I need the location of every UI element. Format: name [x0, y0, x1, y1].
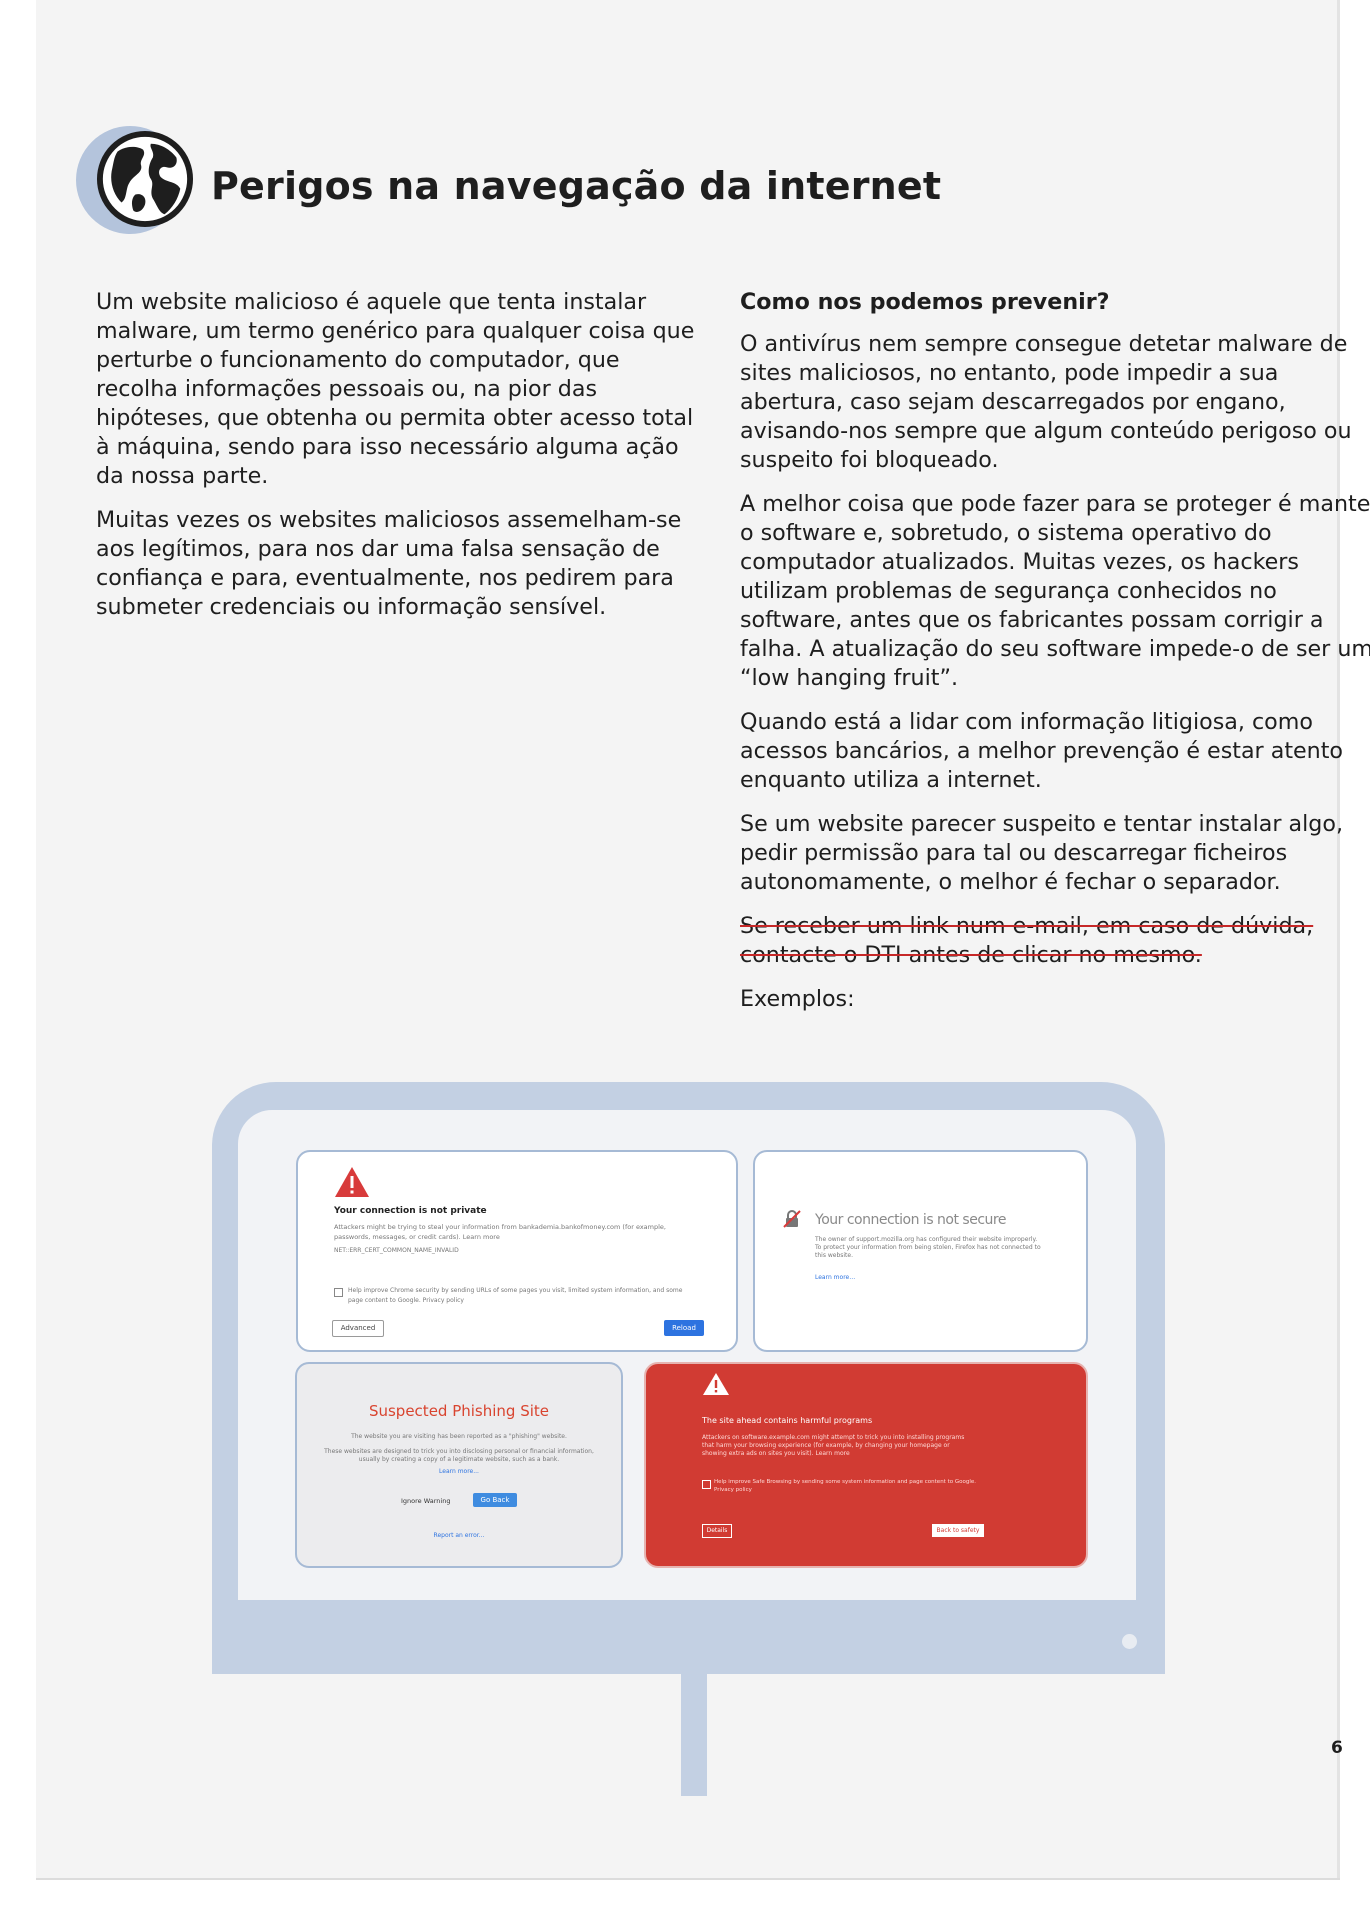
section-heading: Como nos podemos prevenir? [740, 289, 1110, 315]
reload-button[interactable]: Reload [664, 1320, 704, 1336]
details-button[interactable]: Details [702, 1524, 732, 1538]
paragraph: Muitas vezes os websites maliciosos asse… [96, 507, 682, 620]
checkbox[interactable] [702, 1480, 711, 1489]
warning-line: The website you are visiting has been re… [351, 1433, 567, 1440]
learn-more-link[interactable]: Learn more... [297, 1468, 621, 1475]
chrome-privacy-warning: Your connection is not private Attackers… [296, 1150, 738, 1352]
right-column: Como nos podemos prevenir? O antivírus n… [740, 288, 1370, 1029]
phishing-warning: Suspected Phishing Site The website you … [295, 1362, 623, 1568]
warning-heading: Your connection is not secure [815, 1212, 1006, 1228]
struck-paragraph: Se receber um link num e-mail, em caso d… [740, 913, 1314, 968]
warning-line: These websites are designed to trick you… [324, 1448, 594, 1463]
learn-more-link[interactable]: Learn more… [815, 1274, 855, 1281]
paragraph: Um website malicioso é aquele que tenta … [96, 289, 695, 489]
harmful-programs-warning: The site ahead contains harmful programs… [644, 1362, 1088, 1568]
page-number: 6 [1331, 1738, 1343, 1758]
warning-heading: Your connection is not private [334, 1206, 487, 1216]
error-code: NET::ERR_CERT_COMMON_NAME_INVALID [334, 1247, 459, 1254]
warning-heading: The site ahead contains harmful programs [702, 1416, 873, 1425]
monitor-power-dot [1122, 1634, 1137, 1649]
warning-heading: Suspected Phishing Site [368, 1402, 550, 1420]
paragraph: O antivírus nem sempre consegue detetar … [740, 331, 1352, 473]
checkbox[interactable] [334, 1288, 343, 1297]
warning-triangle-icon [335, 1167, 369, 1197]
report-error-link[interactable]: Report an error... [297, 1532, 621, 1539]
warning-body: Attackers might be trying to steal your … [334, 1223, 666, 1241]
warning-triangle-icon [703, 1373, 729, 1395]
ignore-warning-button[interactable]: Ignore Warning [401, 1497, 450, 1505]
paragraph: Quando está a lidar com informação litig… [740, 709, 1344, 793]
globe-icon [76, 126, 201, 236]
go-back-button[interactable]: Go Back [473, 1493, 517, 1507]
checkbox-label: Help improve Chrome security by sending … [348, 1287, 683, 1304]
page-title: Perigos na navegação da internet [211, 164, 942, 208]
advanced-button[interactable]: Advanced [332, 1320, 384, 1337]
warning-body: Attackers on software.example.com might … [702, 1434, 965, 1457]
monitor-chin [212, 1612, 1165, 1674]
left-column: Um website malicioso é aquele que tenta … [96, 288, 696, 637]
examples-label: Exemplos: [740, 986, 855, 1012]
paragraph: Se um website parecer suspeito e tentar … [740, 811, 1343, 895]
broken-lock-icon [783, 1210, 801, 1228]
warning-body: The owner of support.mozilla.org has con… [815, 1236, 1041, 1259]
globe-icon-graphic [96, 130, 194, 228]
paragraph: A melhor coisa que pode fazer para se pr… [740, 491, 1370, 691]
firefox-insecure-warning: Your connection is not secure The owner … [753, 1150, 1088, 1352]
monitor-stand [681, 1674, 707, 1796]
checkbox-label: Help improve Safe Browsing by sending so… [714, 1479, 976, 1493]
back-to-safety-button[interactable]: Back to safety [932, 1524, 984, 1537]
